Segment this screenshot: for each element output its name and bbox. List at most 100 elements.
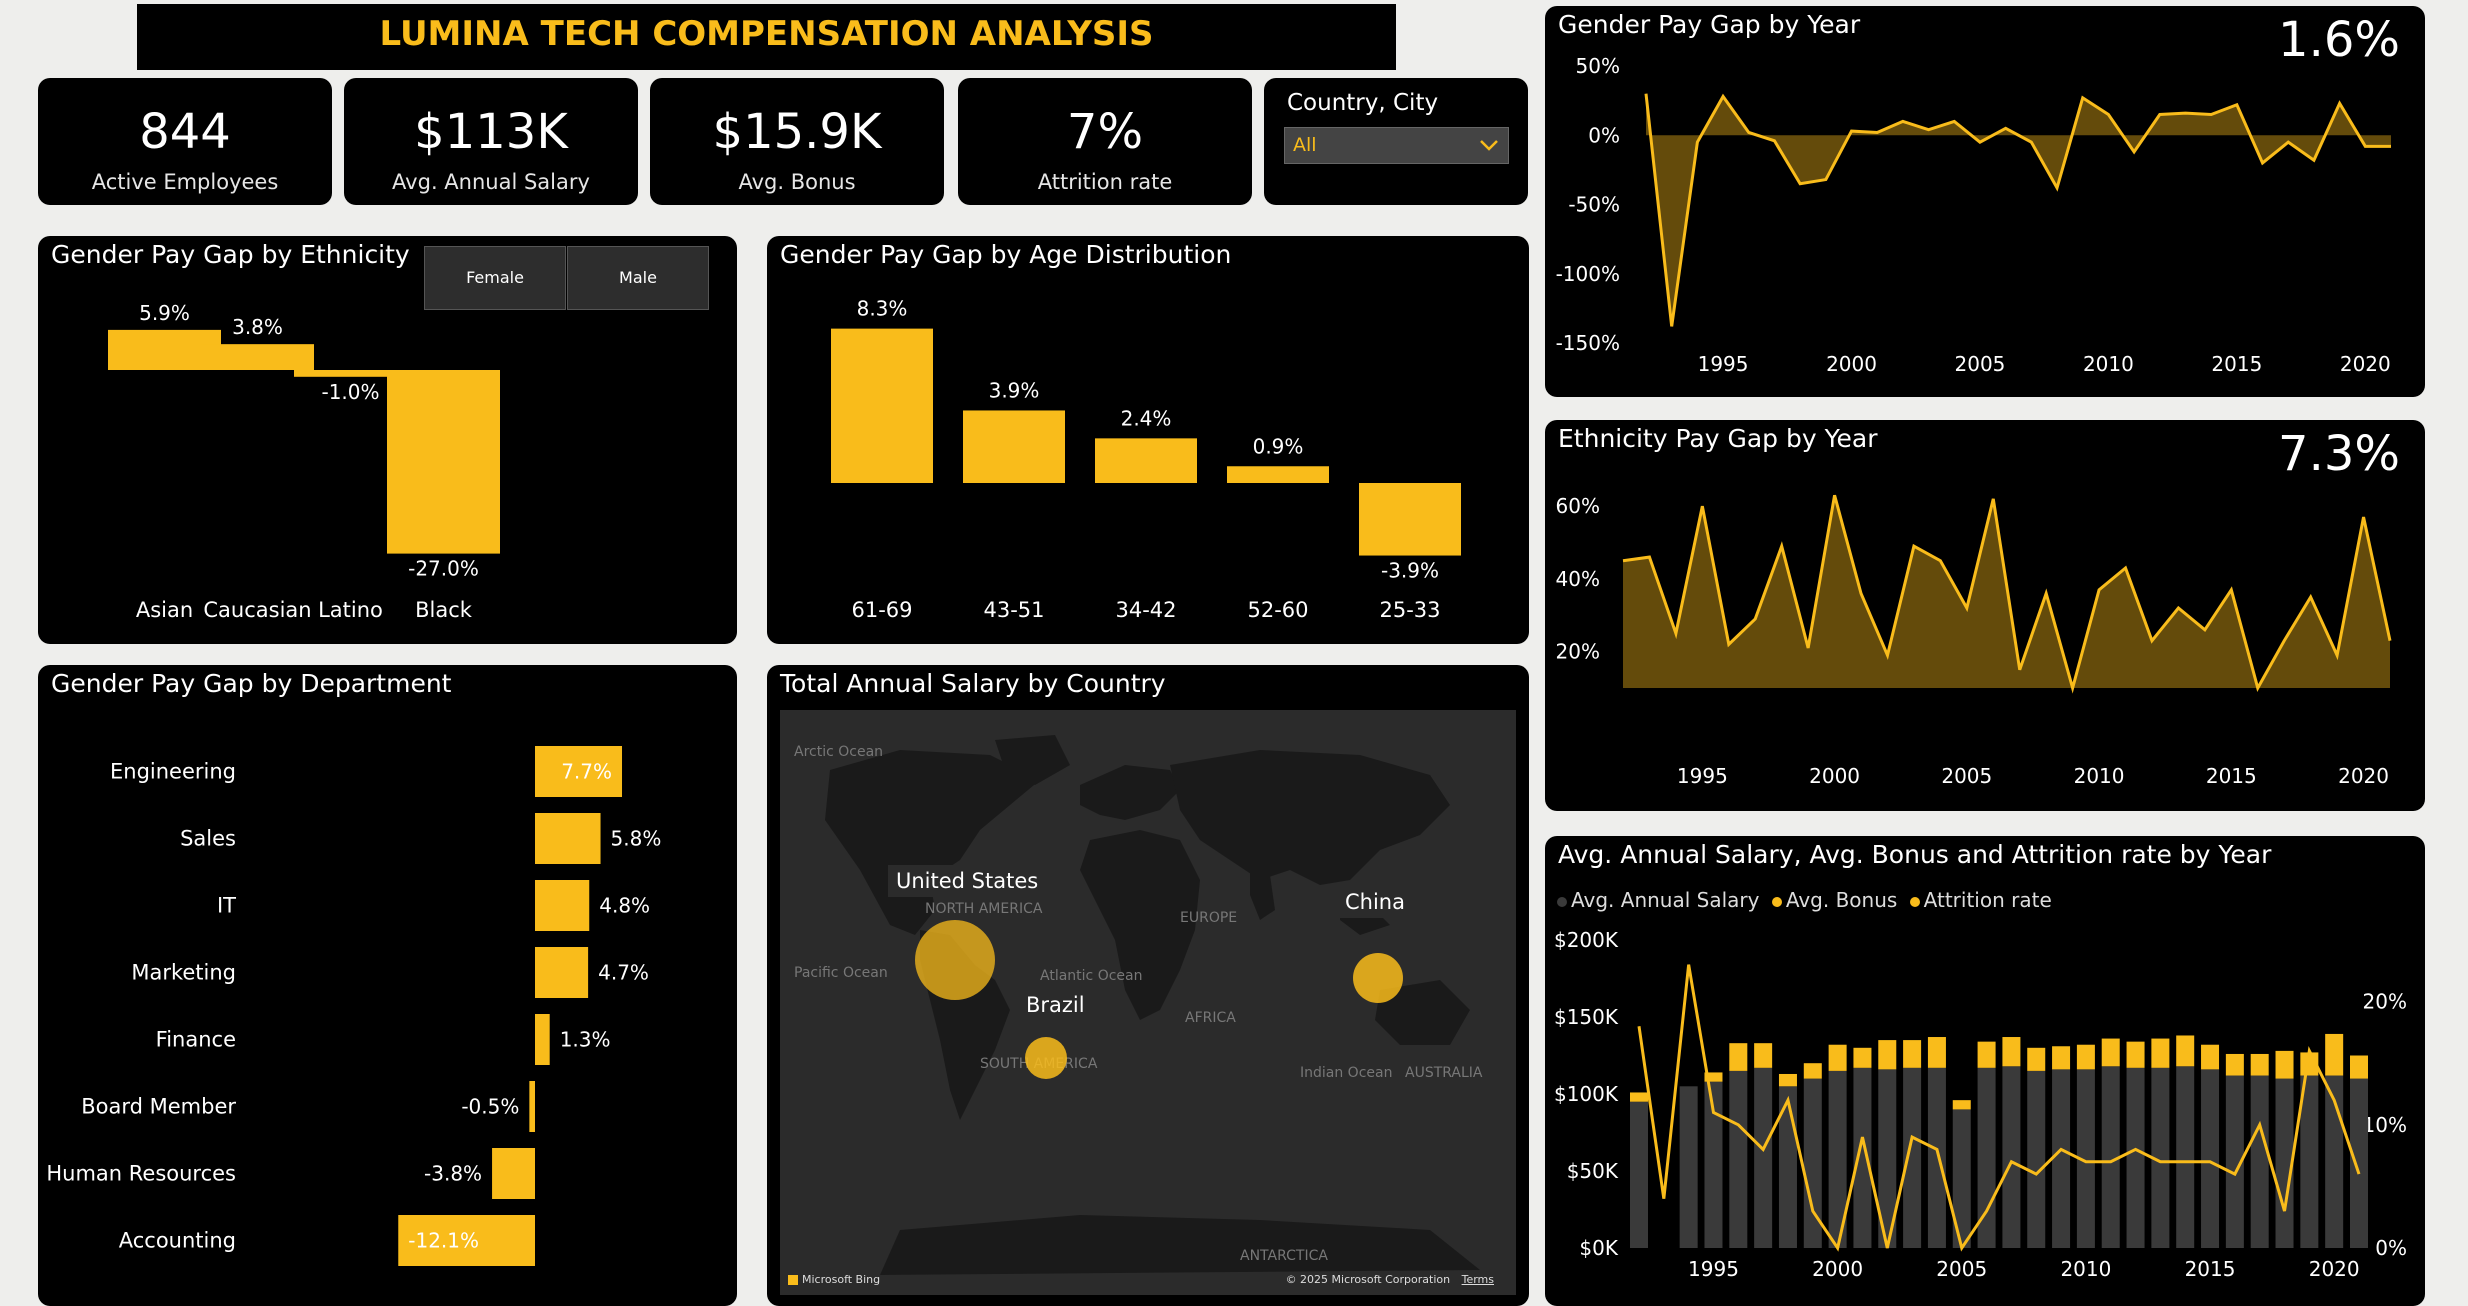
category-label: Marketing (131, 961, 236, 985)
data-label: -3.8% (424, 1162, 482, 1186)
bonus-bar (2101, 1038, 2120, 1067)
region-label: Indian Ocean (1300, 1065, 1393, 1081)
y-tick-label: 0% (1588, 123, 1620, 147)
department-gap-card: Gender Pay Gap by Department 7.7% Enginee… (38, 665, 737, 1306)
y-tick-label: $0K (1579, 1236, 1618, 1260)
kpi-label: Avg. Bonus (738, 170, 856, 194)
y2-tick-label: 20% (2363, 990, 2407, 1014)
bonus-bar (1878, 1040, 1897, 1070)
bar (535, 813, 601, 864)
chevron-down-icon (1478, 132, 1500, 162)
y-tick-label: 60% (1556, 494, 1600, 518)
ethnicity-gap-year-card: Ethnicity Pay Gap by Year 7.3% 60% 40% 20%… (1545, 420, 2425, 811)
region-label: NORTH AMERICA (925, 901, 1043, 917)
bonus-bar (2225, 1053, 2244, 1076)
page-title: LUMINA TECH COMPENSATION ANALYSIS (379, 14, 1154, 54)
bar (529, 1081, 535, 1132)
y-tick-label: $150K (1554, 1005, 1619, 1029)
y-tick-label: $100K (1554, 1082, 1619, 1106)
age-gap-card: Gender Pay Gap by Age Distribution 8.3% 6… (767, 236, 1529, 644)
region-label: AFRICA (1185, 1010, 1236, 1026)
bonus-bar (1803, 1063, 1822, 1079)
bing-logo-icon (788, 1275, 798, 1285)
kpi-label: Attrition rate (1037, 170, 1173, 194)
salary-bonus-attrition-card: Avg. Annual Salary, Avg. Bonus and Attri… (1545, 836, 2425, 1306)
bar (535, 880, 590, 931)
world-map[interactable]: Arctic Ocean NORTH AMERICA Pacific Ocean… (780, 710, 1516, 1295)
x-tick-label: 2020 (2340, 352, 2391, 376)
x-tick-label: 2015 (2211, 352, 2262, 376)
y-tick-label: -100% (1556, 262, 1620, 286)
kpi-attrition-rate: 7% Attrition rate (958, 78, 1252, 205)
y-tick-label: -50% (1568, 193, 1620, 217)
salary-bar (1853, 1067, 1872, 1248)
region-label: AUSTRALIA (1405, 1065, 1483, 1081)
female-button-label: Female (466, 268, 524, 287)
terms-link[interactable]: Terms (1462, 1273, 1494, 1286)
tick-label: 52-60 (1247, 598, 1308, 622)
salary-bar (1927, 1067, 1946, 1248)
category-label: Accounting (119, 1229, 236, 1253)
data-label: 4.7% (598, 961, 649, 985)
salary-bar (2052, 1069, 2071, 1248)
bar (535, 947, 589, 998)
y-tick-label: -150% (1556, 331, 1620, 355)
bonus-bar (2076, 1044, 2095, 1070)
y-tick-label: 50% (1576, 54, 1620, 78)
data-label: 3.8% (232, 315, 283, 339)
x-tick-label: 2005 (1936, 1257, 1987, 1281)
bonus-bar (1729, 1043, 1748, 1071)
ethnicity-gap-year-chart: 60% 40% 20% 1995 2000 2005 2010 2015 2020 (1556, 494, 2392, 788)
department-gap-chart: 7.7% Engineering 5.8% Sales 4.8% IT 4.7% Market… (46, 746, 662, 1266)
data-label: -27.0% (408, 557, 479, 581)
x-tick-label: 2020 (2309, 1257, 2360, 1281)
country-city-slicer: Country, City All (1264, 78, 1528, 205)
category-label: Board Member (81, 1095, 236, 1119)
x-tick-label: 1995 (1677, 764, 1728, 788)
bonus-bar (2027, 1047, 2046, 1071)
bonus-bar (2176, 1035, 2195, 1067)
bubble-brazil[interactable] (1025, 1037, 1067, 1079)
salary-bar (1729, 1070, 1748, 1248)
data-label: -12.1% (408, 1229, 479, 1253)
data-label: 5.8% (611, 827, 662, 851)
y-tick-label: 20% (1556, 640, 1600, 664)
gender-gap-year-chart: 50% 0% -50% -100% -150% 1995 2000 2005 2010 2015 2… (1556, 54, 2391, 376)
bonus-bar (1630, 1092, 1648, 1102)
category-label: IT (217, 894, 236, 918)
data-label: 7.7% (561, 760, 612, 784)
x-tick-label: 2000 (1812, 1257, 1863, 1281)
slicer-label: Country, City (1287, 90, 1439, 116)
tick-label: 43-51 (983, 598, 1044, 622)
tick-label: 34-42 (1115, 598, 1176, 622)
region-label: Pacific Ocean (794, 965, 888, 981)
female-button[interactable]: Female (424, 246, 566, 310)
category-label: Finance (156, 1028, 236, 1052)
salary-bar (2126, 1067, 2145, 1248)
bubble-china[interactable] (1353, 953, 1403, 1003)
y-tick-label: 40% (1556, 567, 1600, 591)
bing-logo-text: Microsoft Bing (802, 1273, 881, 1286)
tick-label: Caucasian (203, 598, 311, 622)
bubble-label-brazil: Brazil (1018, 989, 1093, 1021)
data-label: 3.9% (989, 378, 1040, 402)
data-label: -0.5% (461, 1095, 519, 1119)
title-banner: LUMINA TECH COMPENSATION ANALYSIS (137, 4, 1396, 70)
kpi-avg-annual-salary: $113K Avg. Annual Salary (344, 78, 638, 205)
bar (1095, 438, 1197, 483)
bonus-bar (2126, 1041, 2145, 1068)
series-area (1646, 93, 2391, 327)
data-label: 4.8% (599, 894, 650, 918)
bonus-bar (2250, 1053, 2269, 1076)
bonus-bar (1952, 1100, 1971, 1110)
map-copyright: © 2025 Microsoft Corporation Terms (1286, 1273, 1494, 1286)
bonus-bar (2350, 1055, 2368, 1079)
male-button[interactable]: Male (567, 246, 709, 310)
salary-bar (1903, 1067, 1922, 1248)
slicer-dropdown[interactable]: All (1284, 127, 1509, 164)
x-tick-label: 1995 (1688, 1257, 1739, 1281)
slicer-value: All (1293, 134, 1317, 156)
bubble-united-states[interactable] (915, 920, 995, 1000)
data-label: -3.9% (1381, 559, 1439, 583)
bar (1227, 466, 1329, 483)
